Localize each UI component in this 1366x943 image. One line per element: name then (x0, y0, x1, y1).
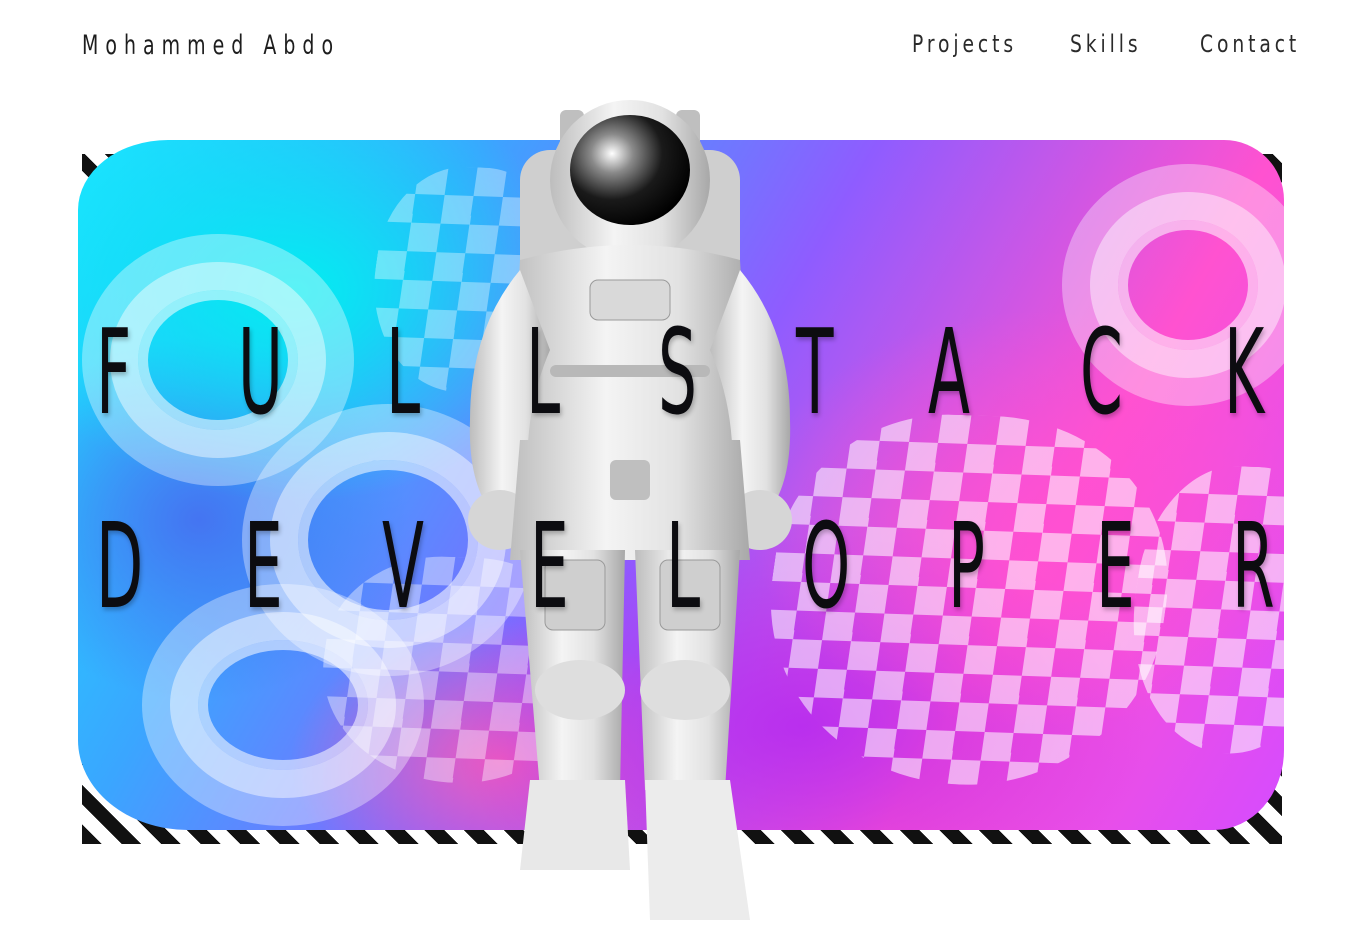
nav-link-projects[interactable]: Projects (912, 30, 1017, 58)
checker-pattern (743, 409, 1193, 791)
swirl-pattern (138, 290, 298, 430)
nav-link-skills[interactable]: Skills (1070, 30, 1141, 58)
nav-link-contact[interactable]: Contact (1200, 30, 1300, 58)
astronaut-illustration (468, 100, 792, 920)
main-nav: Projects Skills Contact (0, 30, 1366, 70)
swirl-pattern (1118, 220, 1258, 350)
